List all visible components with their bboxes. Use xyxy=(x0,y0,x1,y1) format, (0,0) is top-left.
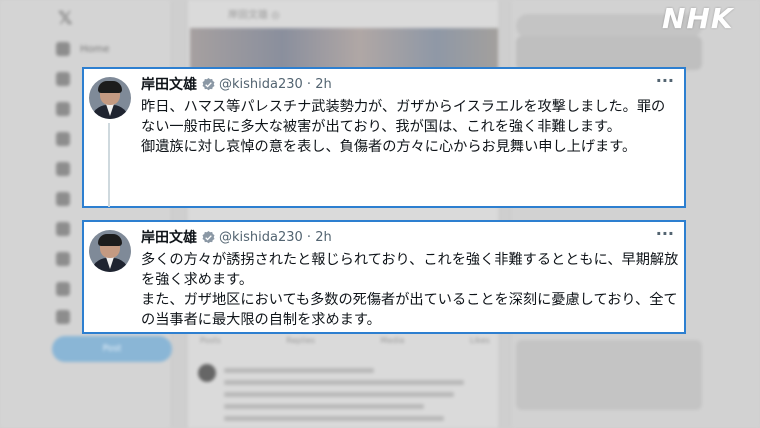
x-icon xyxy=(56,252,70,266)
avatar[interactable] xyxy=(89,77,131,119)
x-logo-icon: 𝕏 xyxy=(58,8,73,29)
more-circle-icon xyxy=(56,310,70,324)
tweet-text: 昨日、ハマス等パレスチナ武装勢力が、ガザからイスラエルを攻撃しました。罪のない一… xyxy=(141,97,679,157)
profile-icon xyxy=(56,282,70,296)
nhk-logo: NHK xyxy=(662,2,734,35)
profile-header-name: 岸田文雄 ◎ xyxy=(228,10,280,21)
mail-icon xyxy=(56,132,70,146)
thread-connector xyxy=(108,123,110,207)
background-media-grid xyxy=(516,36,702,70)
sidebar-item-home[interactable]: Home xyxy=(56,42,110,56)
verified-badge-icon xyxy=(202,77,215,90)
tab-replies[interactable]: Replies xyxy=(286,336,315,345)
sidebar-item-more[interactable] xyxy=(56,310,70,324)
author-name[interactable]: 岸田文雄 xyxy=(141,227,197,247)
bell-icon xyxy=(56,102,70,116)
sidebar-item-lists[interactable] xyxy=(56,162,70,176)
communities-icon xyxy=(56,222,70,236)
list-icon xyxy=(56,162,70,176)
tweet-paragraph: 御遺族に対し哀悼の意を表し、負傷者の方々に心からお見舞い申し上げます。 xyxy=(141,139,637,155)
search-icon xyxy=(56,72,70,86)
background-text-line xyxy=(224,416,444,421)
background-page: 𝕏 Home Post 岸田文雄 ◎ Posts Replies Media L… xyxy=(0,0,760,428)
background-sidebar xyxy=(0,0,170,428)
sidebar-item-bookmarks[interactable] xyxy=(56,192,70,206)
background-avatar xyxy=(198,364,216,382)
more-options-icon[interactable]: ··· xyxy=(656,71,674,90)
tweet-paragraph: 昨日、ハマス等パレスチナ武装勢力が、ガザからイスラエルを攻撃しました。罪のない一… xyxy=(141,99,666,135)
tweet-card[interactable]: 岸田文雄 @kishida230 · 2h ··· 多くの方々が誘拐されたと報じ… xyxy=(82,220,686,334)
profile-tabs: Posts Replies Media Likes xyxy=(200,336,490,345)
post-button[interactable]: Post xyxy=(52,336,172,362)
tab-posts[interactable]: Posts xyxy=(200,336,221,345)
sidebar-item-explore[interactable] xyxy=(56,72,70,86)
background-text-line xyxy=(224,392,454,397)
tab-likes[interactable]: Likes xyxy=(470,336,490,345)
author-handle-time[interactable]: @kishida230 · 2h xyxy=(219,77,332,92)
avatar[interactable] xyxy=(89,230,131,272)
sidebar-item-profile[interactable] xyxy=(56,282,70,296)
author-name[interactable]: 岸田文雄 xyxy=(141,74,197,94)
sidebar-item-communities[interactable] xyxy=(56,222,70,236)
sidebar-item-messages[interactable] xyxy=(56,132,70,146)
home-icon xyxy=(56,42,70,56)
tweet-paragraph: 多くの方々が誘拐されたと報じられており、これを強く非難するとともに、早期解放を強… xyxy=(141,252,679,288)
tweet-text: 多くの方々が誘拐されたと報じられており、これを強く非難するとともに、早期解放を強… xyxy=(141,250,679,330)
tab-media[interactable]: Media xyxy=(380,336,404,345)
more-options-icon[interactable]: ··· xyxy=(656,224,674,243)
tweet-header: 岸田文雄 @kishida230 · 2h xyxy=(141,74,332,94)
verified-badge-icon xyxy=(202,230,215,243)
tweet-header: 岸田文雄 @kishida230 · 2h xyxy=(141,227,332,247)
background-sidebar-box xyxy=(516,340,702,410)
tweet-card[interactable]: 岸田文雄 @kishida230 · 2h ··· 昨日、ハマス等パレスチナ武装… xyxy=(82,67,686,208)
sidebar-item-premium[interactable] xyxy=(56,252,70,266)
background-text-line xyxy=(224,368,374,373)
author-handle-time[interactable]: @kishida230 · 2h xyxy=(219,230,332,245)
bookmark-icon xyxy=(56,192,70,206)
sidebar-item-notifications[interactable] xyxy=(56,102,70,116)
background-text-line xyxy=(224,404,424,409)
tweet-paragraph: また、ガザ地区においても多数の死傷者が出ていることを深刻に憂慮しており、全ての当… xyxy=(141,292,678,328)
background-text-line xyxy=(224,380,464,385)
